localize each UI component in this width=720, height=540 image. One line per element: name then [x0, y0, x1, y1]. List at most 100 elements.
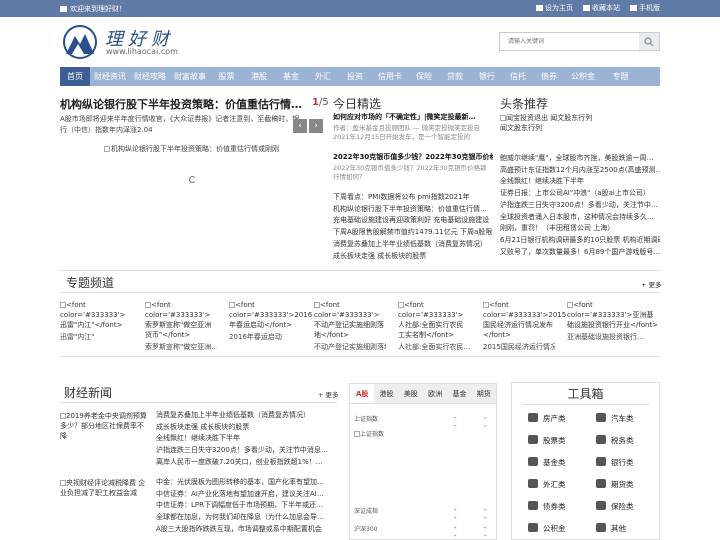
nav-housing-fund[interactable]: 公积金	[565, 67, 601, 86]
list-item[interactable]: 成长板块走强 成长板块的股票	[156, 422, 336, 434]
today-item[interactable]: 如何应对市场的「不确定性」|微笑定投最新… 作者：盈米基金且投顾团队 — 微笑定…	[333, 112, 493, 142]
top-links: 设为主页 收藏本站 手机版	[536, 3, 660, 13]
tab-futures[interactable]: 期货	[472, 384, 496, 403]
market-row[interactable]: 沪深300 -- --	[354, 524, 487, 540]
list-item[interactable]: 证券日报：上市公司AI"冲浪"（a股ai上市公司）	[500, 188, 660, 200]
topic-card[interactable]: <font color='#333333'>2016年春运启动</font> 20…	[229, 300, 312, 342]
list-item[interactable]: A股三大股指昨跌跌互现，市场调整或系中期配置机会	[156, 524, 336, 536]
list-item[interactable]: 下周看点：PMI数据将公布 pmi指数2021年	[333, 192, 493, 204]
tab-us-stocks[interactable]: 美股	[399, 384, 423, 403]
list-item[interactable]: 成长板块走强 成长板块的股票	[333, 251, 493, 263]
headlines-image[interactable]: 闻宝投资退出 闻文股东行列 闻文股东行列	[500, 113, 660, 133]
topic-card[interactable]: <font color='#333333'>人社部:全面实行农民工实名制</fo…	[398, 300, 470, 352]
search-input[interactable]	[500, 33, 638, 50]
topic-card[interactable]: <font color='#333333'>不动产登记实施细则落地</font>…	[314, 300, 386, 352]
topic-card[interactable]: <font color='#333333'>亚洲基础设施投资银行开业</font…	[567, 300, 660, 342]
list-item[interactable]: 6月21日银行机构调研最多的10只股票 机构近期调研最	[500, 235, 660, 247]
tool-tax[interactable]: 税务类	[590, 431, 652, 448]
tool-insurance[interactable]: 保险类	[590, 497, 652, 514]
nav-hk-stocks[interactable]: 港股	[243, 67, 275, 86]
nav-finance-guide[interactable]: 财经攻略	[130, 67, 170, 86]
nav-forex[interactable]: 外汇	[307, 67, 339, 86]
tool-car[interactable]: 汽车类	[590, 409, 652, 426]
list-item[interactable]: 全线飘红！继续决胜下半年	[500, 176, 660, 188]
list-item[interactable]: 全线飘红！继续决胜下半年	[156, 433, 336, 445]
tool-house[interactable]: 房产类	[522, 409, 584, 426]
slider-pager: 1/5	[312, 97, 329, 108]
nav-trust[interactable]: 信托	[503, 67, 533, 86]
market-row[interactable]: 深证成指 -- --	[354, 506, 487, 522]
mountain-logo-icon	[63, 25, 97, 59]
tool-futures[interactable]: 期货类	[590, 475, 652, 492]
bookmark-link[interactable]: 收藏本站	[583, 3, 620, 13]
tax-icon	[596, 435, 606, 444]
nav-topics[interactable]: 专题	[601, 67, 640, 86]
tab-funds[interactable]: 基金	[447, 384, 471, 403]
news-thumb[interactable]: 2019养老金中央调剂预算多少？部分地区社保费率不降	[60, 411, 150, 441]
nav-bonds[interactable]: 债券	[533, 67, 565, 86]
news-more-link[interactable]: + 更多	[318, 389, 339, 399]
topics-more-link[interactable]: + 更多	[641, 279, 662, 289]
list-item[interactable]: 下周A股限售股解禁市值约1479.11亿元 下周a股限售	[333, 227, 493, 239]
nav-wealth-stories[interactable]: 财富故事	[170, 67, 210, 86]
site-logo[interactable]: 理好财 www.lihaocai.com	[60, 24, 185, 60]
tool-fund[interactable]: 基金类	[522, 453, 584, 470]
list-item[interactable]: 消费复苏叠加上半年业绩低基数（消费复苏情况）	[333, 239, 493, 251]
search-button[interactable]	[639, 33, 659, 50]
welcome-text: 欢迎来到理好财！	[60, 4, 126, 14]
list-item[interactable]: 沪指连跌三日失守3200点！多看少动，关注节中消息…	[156, 445, 336, 457]
slider-image[interactable]: 机构纵论银行股下半年投资策略：价值重估行情或刚刚	[104, 144, 279, 154]
list-item[interactable]: 中金：光伏膜板为图形转移的基本，国产化率有望加…	[156, 477, 336, 489]
tool-stock[interactable]: 股票类	[522, 431, 584, 448]
market-row[interactable]: 上证指数 -- --	[354, 414, 487, 430]
car-icon	[596, 413, 606, 422]
list-item[interactable]: 消费复苏叠加上半年业绩低基数（消费复苏情况）	[156, 410, 336, 422]
slider-prev-button[interactable]: ‹	[293, 119, 307, 133]
shield-icon	[596, 501, 606, 510]
topic-card[interactable]: <font color='#333333'>迅雷"内江"</font> 迅雷"内江…	[60, 300, 132, 342]
list-item[interactable]: 鲍威尔继续"鹰"，全球股市齐挫，美股跌逾一周…	[500, 153, 660, 165]
nav-funds[interactable]: 基金	[275, 67, 307, 86]
main-nav: 首页 财经资讯 财经攻略 财富故事 股票 港股 基金 外汇 投资 信用卡 保险 …	[60, 67, 660, 86]
tab-a-shares[interactable]: A股	[350, 384, 375, 403]
nav-credit-card[interactable]: 信用卡	[371, 67, 409, 86]
tool-bond[interactable]: 债券类	[522, 497, 584, 514]
nav-home[interactable]: 首页	[60, 67, 90, 86]
home-icon	[536, 5, 543, 11]
slider-next-button[interactable]: ›	[309, 119, 323, 133]
news-list-1: 消费复苏叠加上半年业绩低基数（消费复苏情况） 成长板块走强 成长板块的股票 全线…	[156, 410, 336, 469]
slider-headline[interactable]: 机构纵论银行股下半年投资策略：价值重估行情或刚刚开启	[60, 96, 305, 112]
list-item[interactable]: 高盛预计东证指数12个月内涨至2500点(高盛预测…	[500, 165, 660, 177]
list-item[interactable]: 充电基础设施建设再迎政策利好 充电基础设施建设	[333, 215, 493, 227]
tool-bank[interactable]: 银行类	[590, 453, 652, 470]
list-item[interactable]: 又败号了，单次数量最多！6月89个国产游戏版号…	[500, 247, 660, 259]
set-homepage-link[interactable]: 设为主页	[536, 3, 573, 13]
nav-insurance[interactable]: 保险	[409, 67, 439, 86]
tool-other[interactable]: 其他	[590, 519, 652, 536]
tool-housing-fund[interactable]: 公积金	[522, 519, 584, 536]
nav-loans[interactable]: 贷款	[439, 67, 471, 86]
news-title: 财经新闻	[64, 386, 113, 400]
topic-card[interactable]: <font color='#333333'>索罗斯宣称"做空亚洲货币"</fon…	[145, 300, 217, 352]
mobile-link[interactable]: 手机版	[630, 3, 660, 13]
list-item[interactable]: 机构纵论银行股下半年投资策略：价值重估行情…	[333, 204, 493, 216]
today-item[interactable]: 2022年30克银币值多少钱？2022年30克银币价格… 2022年30克银币值…	[333, 152, 493, 182]
list-item[interactable]: 刚刚，重罚！（丰田租赁公司 上海）	[500, 223, 660, 235]
tab-europe[interactable]: 欧洲	[423, 384, 447, 403]
list-item[interactable]: 中信证券：LPR下调幅度低于市场预期，下半年或还…	[156, 500, 336, 512]
market-chart-image[interactable]: 上证指数	[354, 429, 384, 438]
list-item[interactable]: 离岸人民币一度跌破7.20关口，创业板指跌超1%！…	[156, 457, 336, 469]
nav-banks[interactable]: 银行	[471, 67, 503, 86]
nav-stocks[interactable]: 股票	[210, 67, 243, 86]
news-thumb[interactable]: 央视财经评论减税降费 企业负担减了职工权益会减	[60, 478, 150, 498]
topic-card[interactable]: <font color='#333333'>2015国民经济运行情况发布</fo…	[483, 300, 566, 352]
list-item[interactable]: 沪指连跌三日失守3200点！多看少动，关注节中…	[500, 200, 660, 212]
list-item[interactable]: 全球都在加息，为何我们却在降息（为什么加息会导…	[156, 512, 336, 524]
list-item[interactable]: 中信证券：AI产业化落地有望加速开启，建议关注AI…	[156, 489, 336, 501]
nav-invest[interactable]: 投资	[339, 67, 371, 86]
tool-forex[interactable]: 外汇类	[522, 475, 584, 492]
market-tabs: A股 港股 美股 欧洲 基金 期货	[350, 384, 496, 404]
nav-finance-news[interactable]: 财经资讯	[90, 67, 130, 86]
tab-hk-stocks[interactable]: 港股	[374, 384, 398, 403]
list-item[interactable]: 全球投资者涌入日本股市，这种情况会持续多久…	[500, 212, 660, 224]
